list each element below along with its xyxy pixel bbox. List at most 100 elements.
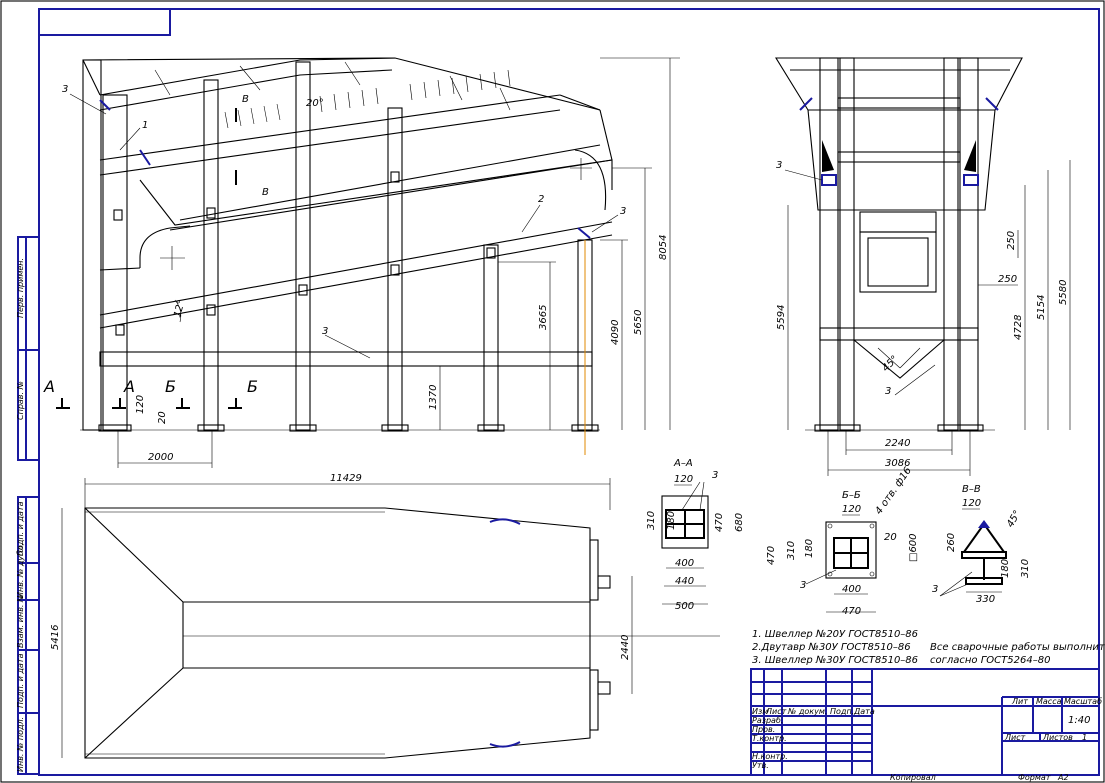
view-label-v-top: В xyxy=(242,94,249,105)
strip-label-1: Перв. примен. xyxy=(16,258,25,318)
tb-col-5: Дата xyxy=(853,707,875,716)
dim-5594: 5594 xyxy=(776,305,787,330)
strip-label-6: Подп. и дата xyxy=(16,653,25,708)
section-aa-title: А–А xyxy=(673,458,693,469)
dim-1370: 1370 xyxy=(428,385,439,410)
section-vv-title: В–В xyxy=(962,484,981,495)
tb-row-5: Утв. xyxy=(752,761,769,770)
section-aa-680: 680 xyxy=(734,513,745,532)
section-vv-330: 330 xyxy=(976,594,995,605)
callout-1-side: 1 xyxy=(142,120,148,131)
view-label-a-left: А xyxy=(43,377,55,396)
front-angle: 45° xyxy=(880,354,900,374)
dim-3665: 3665 xyxy=(538,305,549,330)
section-aa-470: 470 xyxy=(714,513,725,532)
drawing-sheet: Перв. примен. Справ. № Подп. и дата Инв.… xyxy=(0,0,1105,783)
note-line-2: согласно ГОСТ5264–80 xyxy=(930,655,1050,666)
tb-col-4: Подп. xyxy=(830,707,854,716)
part-1: 1. Швеллер №20У ГОСТ8510–86 xyxy=(752,629,918,640)
tb-scale: Масштаб xyxy=(1064,697,1102,706)
section-bb-180: 180 xyxy=(804,539,815,558)
section-vv-scale: 120 xyxy=(962,498,981,509)
section-bb-600: □600 xyxy=(908,533,919,562)
strip-label-7: Инв. № подл. xyxy=(16,717,25,772)
footer-copied: Копировал xyxy=(890,773,936,782)
section-bb-holes: 4 отв. ф16 xyxy=(873,465,914,516)
section-aa-440: 440 xyxy=(675,576,694,587)
section-vv-angle: 45° xyxy=(1005,509,1023,530)
callout-3-side-a: 3 xyxy=(62,84,68,95)
strip-label-4: Инв. № дубл. xyxy=(16,543,25,598)
plan-view: 11429 5416 2440 xyxy=(50,473,720,759)
part-2: 2.Двутавр №30У ГОСТ8510–86 xyxy=(752,642,911,653)
parts-list: 1. Швеллер №20У ГОСТ8510–86 2.Двутавр №3… xyxy=(752,629,918,666)
tb-row-3: Т.контр. xyxy=(752,734,787,743)
note-line-1: Все сварочные работы выполнить xyxy=(930,641,1105,653)
strip-label-5: Взам. инв. № xyxy=(16,594,25,648)
section-bb-callout: 3 xyxy=(800,580,806,591)
section-aa-180: 180 xyxy=(666,511,677,530)
callout-3-front-b: 3 xyxy=(885,386,891,397)
dim-5650: 5650 xyxy=(633,310,644,335)
dim-20: 20 xyxy=(157,411,168,424)
callout-2-side: 2 xyxy=(538,194,544,205)
section-bb-400: 400 xyxy=(842,584,861,595)
section-aa: А–А 120 3 400 440 500 310 180 470 680 xyxy=(646,458,745,612)
section-bb-310: 310 xyxy=(786,541,797,560)
section-bb-20: 20 xyxy=(884,532,897,543)
footer-format: Формат xyxy=(1018,773,1051,782)
view-label-v-bottom: В xyxy=(262,187,269,198)
angle-20: 20° xyxy=(306,98,324,109)
tb-col-2: Лист xyxy=(765,707,787,716)
section-aa-scale: 120 xyxy=(674,474,693,485)
general-note: Все сварочные работы выполнить согласно … xyxy=(930,641,1105,666)
dim-250-vertical: 250 xyxy=(1006,231,1017,250)
front-view: 3 3 45° 5594 4728 5154 5580 250 250 2240… xyxy=(775,57,1071,476)
tb-scale-value: 1:40 xyxy=(1068,715,1090,726)
dim-5154: 5154 xyxy=(1036,295,1047,320)
view-label-b-left: Б xyxy=(165,377,176,396)
side-view: В В А А Б Б 3 1 2 3 3 12° 20° 8054 5650 … xyxy=(43,57,680,468)
tb-row-1: Разраб. xyxy=(752,716,783,725)
section-bb-title: Б–Б xyxy=(842,490,861,501)
tb-sheets: Листов xyxy=(1042,733,1073,742)
section-aa-callout: 3 xyxy=(712,470,718,481)
section-bb: Б–Б 120 4 отв. ф16 20 □600 470 310 180 4… xyxy=(766,465,919,617)
tb-sheets-value: 1 xyxy=(1082,733,1087,742)
dim-5580: 5580 xyxy=(1058,280,1069,305)
tb-sheet: Лист xyxy=(1004,733,1026,742)
tb-lit: Лит xyxy=(1011,697,1028,706)
dim-120: 120 xyxy=(135,395,146,414)
callout-3-side-b: 3 xyxy=(620,206,626,217)
dim-2440: 2440 xyxy=(620,635,631,660)
side-strip: Перв. примен. Справ. № Подп. и дата Инв.… xyxy=(16,236,40,775)
tb-mass: Масса xyxy=(1036,697,1062,706)
tb-col-3: № докум. xyxy=(787,707,827,716)
dim-4090: 4090 xyxy=(610,320,621,345)
dim-11429: 11429 xyxy=(330,473,362,484)
dim-2240: 2240 xyxy=(885,438,910,449)
dim-5416: 5416 xyxy=(50,625,61,650)
tb-row-4: Н.контр. xyxy=(752,752,788,761)
section-vv-260: 260 xyxy=(946,533,957,552)
dim-250-horizontal: 250 xyxy=(998,274,1017,285)
section-vv-callout: 3 xyxy=(932,584,938,595)
dim-4728: 4728 xyxy=(1013,315,1024,340)
section-aa-400: 400 xyxy=(675,558,694,569)
title-block: Изм Лист № докум. Подп. Дата Разраб. Про… xyxy=(750,668,1102,776)
section-bb-scale: 120 xyxy=(842,504,861,515)
strip-label-2: Справ. № xyxy=(16,381,25,420)
section-vv: В–В 120 45° 260 180 310 330 3 xyxy=(932,484,1031,605)
dim-8054: 8054 xyxy=(658,235,669,260)
callout-3-front-a: 3 xyxy=(776,160,782,171)
tb-row-2: Пров. xyxy=(752,725,775,734)
view-label-a-right: А xyxy=(123,377,135,396)
footer-format-value: А2 xyxy=(1057,773,1069,782)
section-aa-500: 500 xyxy=(675,601,694,612)
section-aa-310: 310 xyxy=(646,511,657,530)
dim-2000: 2000 xyxy=(148,452,173,463)
callout-3-side-c: 3 xyxy=(322,326,328,337)
section-vv-310: 310 xyxy=(1020,559,1031,578)
section-bb-470b: 470 xyxy=(842,606,861,617)
part-3: 3. Швеллер №30У ГОСТ8510–86 xyxy=(752,655,918,666)
